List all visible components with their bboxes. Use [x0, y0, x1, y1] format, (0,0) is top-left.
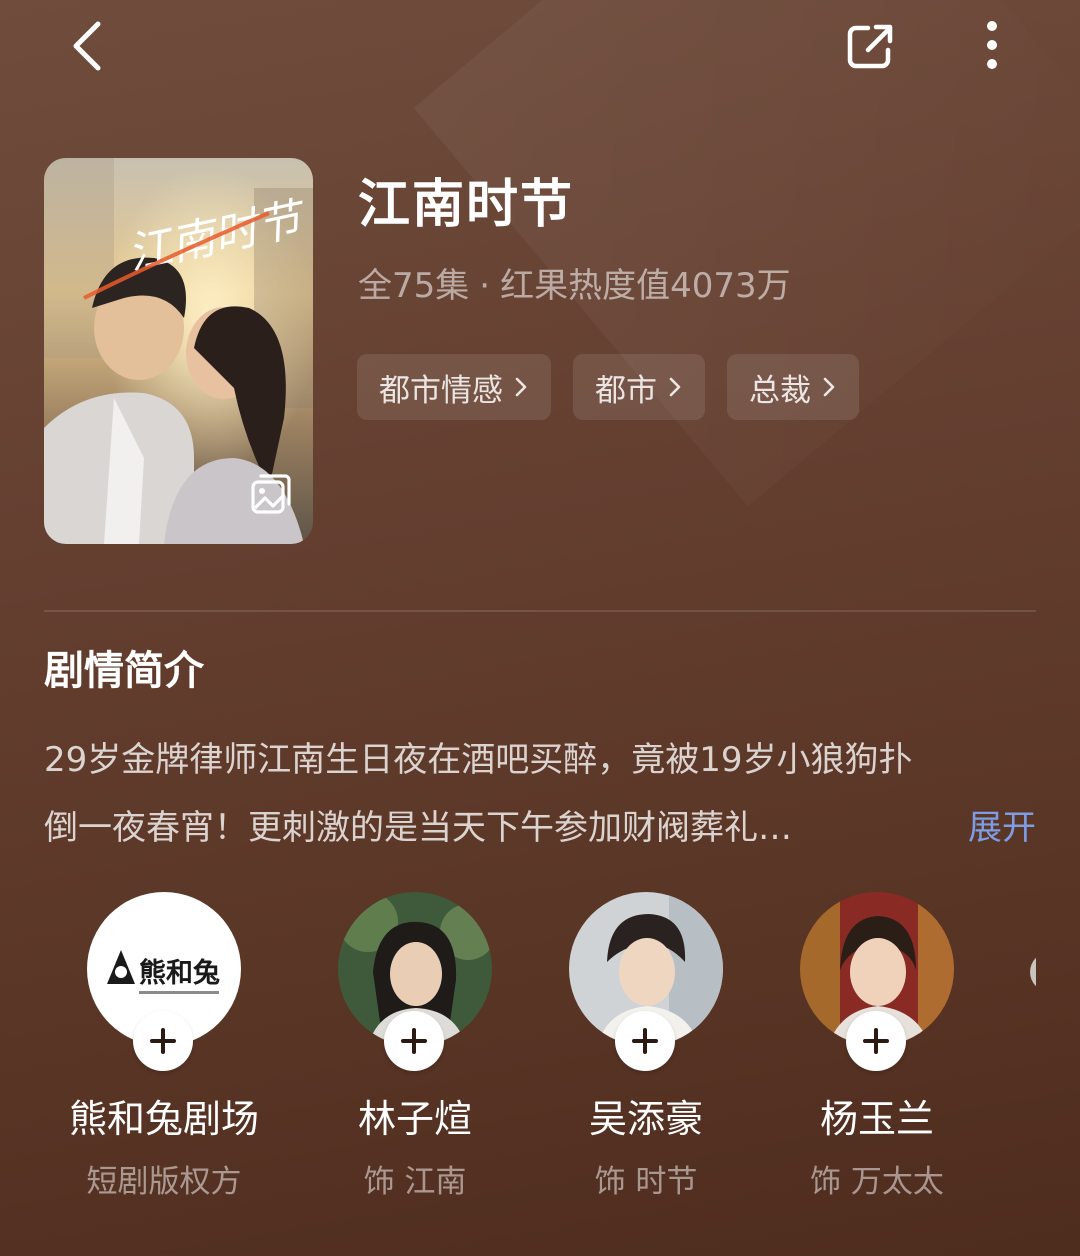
share-icon — [847, 24, 893, 69]
plus-icon — [863, 1028, 889, 1054]
follow-button[interactable] — [133, 1011, 193, 1071]
follow-button[interactable] — [846, 1011, 906, 1071]
cast-role: 饰 时节 — [594, 1164, 698, 1200]
cast-role: 饰 万太太 — [810, 1164, 944, 1200]
tag-label: 都市 — [595, 372, 657, 409]
more-vertical-icon — [987, 21, 997, 69]
synopsis-line-1: 29岁金牌律师江南生日夜在酒吧买醉，竟被19岁小狼狗扑 — [44, 740, 913, 780]
top-bar — [0, 0, 1080, 100]
follow-button[interactable] — [384, 1011, 444, 1071]
expand-link[interactable]: 展开 — [968, 794, 1036, 862]
drama-poster[interactable]: 江南时节 — [44, 158, 313, 544]
cast-list: 熊和兔 熊和兔剧场 短剧版权方 林子煊 饰 江南 吴添豪 饰 时节 杨玉兰 饰 … — [44, 888, 1036, 1208]
plus-icon — [632, 1028, 658, 1054]
tag-label: 都市情感 — [379, 372, 503, 409]
synopsis-line-2: 倒一夜春宵！更刺激的是当天下午参加财阀葬礼… 展开 — [44, 794, 1036, 862]
back-button[interactable] — [64, 18, 112, 74]
plus-icon — [150, 1028, 176, 1054]
drama-title: 江南时节 — [358, 175, 575, 235]
synopsis-heading: 剧情简介 — [44, 648, 204, 694]
synopsis-line-2-text: 倒一夜春宵！更刺激的是当天下午参加财阀葬礼… — [44, 808, 792, 848]
gallery-button[interactable] — [247, 470, 295, 518]
synopsis-text: 29岁金牌律师江南生日夜在酒吧买醉，竟被19岁小狼狗扑 倒一夜春宵！更刺激的是当… — [44, 726, 1036, 862]
drama-meta: 全75集 · 红果热度值4073万 — [358, 258, 791, 307]
plus-icon — [401, 1028, 427, 1054]
studio-logo-text: 熊和兔 — [139, 957, 220, 989]
share-button[interactable] — [842, 18, 900, 74]
section-divider — [44, 610, 1036, 612]
chevron-right-icon — [515, 377, 527, 397]
heat-value: 红果热度值4073万 — [500, 266, 791, 306]
chevron-right-icon — [823, 377, 835, 397]
next-cast-avatar-peek[interactable] — [1030, 952, 1036, 992]
meta-separator: · — [479, 266, 491, 306]
cast-role: 饰 江南 — [363, 1164, 467, 1200]
cast-name: 林子煊 — [357, 1097, 472, 1141]
genre-tags: 都市情感 都市 总裁 — [357, 354, 859, 420]
chevron-right-icon — [669, 377, 681, 397]
more-button[interactable] — [968, 16, 1016, 76]
cast-name: 杨玉兰 — [819, 1097, 934, 1141]
tag-label: 总裁 — [749, 372, 811, 409]
cast-role: 短剧版权方 — [86, 1164, 242, 1200]
tag-urban-romance[interactable]: 都市情感 — [357, 354, 551, 420]
back-arrow-icon — [73, 21, 101, 71]
episode-count: 全75集 — [358, 266, 470, 306]
follow-button[interactable] — [615, 1011, 675, 1071]
cast-name: 吴添豪 — [588, 1097, 703, 1141]
tag-urban[interactable]: 都市 — [573, 354, 705, 420]
gallery-icon — [251, 474, 291, 514]
tag-ceo[interactable]: 总裁 — [727, 354, 859, 420]
cast-name: 熊和兔剧场 — [68, 1097, 259, 1141]
